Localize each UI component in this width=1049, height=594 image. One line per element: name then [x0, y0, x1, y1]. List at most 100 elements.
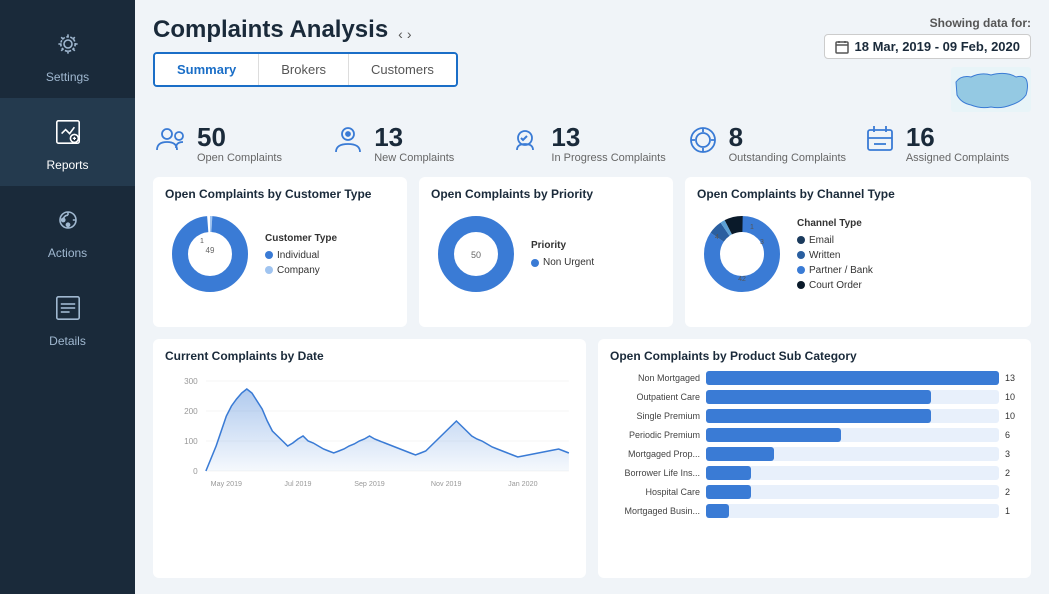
svg-text:Jan 2020: Jan 2020	[508, 481, 537, 488]
bar-row: Non Mortgaged 13	[610, 371, 1019, 385]
stats-row: 50 Open Complaints 13 New Complaints	[153, 122, 1031, 165]
bar-value: 10	[1005, 392, 1019, 402]
stat-outstanding: 8 Outstanding Complaints	[685, 122, 854, 165]
priority-title: Open Complaints by Priority	[431, 187, 661, 201]
bar-chart-title: Open Complaints by Product Sub Category	[610, 349, 1019, 363]
stat-new-complaints: 13 New Complaints	[330, 122, 499, 165]
bar-value: 2	[1005, 468, 1019, 478]
sidebar: Settings Reports Actions	[0, 0, 135, 594]
outstanding-label: Outstanding Complaints	[729, 152, 846, 164]
customer-type-legend: Customer Type Individual Company	[265, 233, 337, 276]
svg-text:49: 49	[206, 246, 215, 255]
sidebar-item-actions[interactable]: Actions	[0, 186, 135, 274]
bar-value: 13	[1005, 373, 1019, 383]
svg-text:0: 0	[193, 467, 198, 476]
svg-text:300: 300	[184, 377, 198, 386]
stat-open-complaints: 50 Open Complaints	[153, 122, 322, 165]
sidebar-item-label: Settings	[46, 70, 89, 84]
bar-row: Mortgaged Busin... 1	[610, 504, 1019, 518]
bar-label: Outpatient Care	[610, 392, 700, 402]
bar-track	[706, 466, 999, 480]
bar-label: Mortgaged Busin...	[610, 506, 700, 516]
svg-text:1: 1	[200, 238, 204, 245]
assigned-icon	[862, 122, 898, 165]
priority-legend: Priority Non Urgent	[531, 240, 594, 268]
in-progress-number: 13	[551, 124, 665, 150]
showing-data-label: Showing data for:	[930, 16, 1031, 30]
bar-fill	[706, 428, 841, 442]
bar-fill	[706, 409, 931, 423]
reports-icon	[48, 112, 88, 152]
channel-type-donut: 42 3 1 4	[697, 209, 787, 299]
bar-label: Periodic Premium	[610, 430, 700, 440]
tab-customers[interactable]: Customers	[349, 54, 456, 85]
priority-donut: 50	[431, 209, 521, 299]
bar-track	[706, 504, 999, 518]
bar-row: Periodic Premium 6	[610, 428, 1019, 442]
details-icon	[48, 288, 88, 328]
svg-text:200: 200	[184, 407, 198, 416]
tab-summary[interactable]: Summary	[155, 54, 259, 85]
svg-text:1: 1	[750, 224, 754, 231]
svg-text:May 2019: May 2019	[211, 481, 242, 488]
bar-fill	[706, 447, 774, 461]
svg-text:Jul 2019: Jul 2019	[284, 481, 311, 488]
line-chart-svg: 300 200 100 0 May 2019 Jul 2019 Sep 2019…	[165, 371, 574, 491]
assigned-number: 16	[906, 124, 1009, 150]
bar-label: Hospital Care	[610, 487, 700, 497]
open-complaints-icon	[153, 122, 189, 165]
outstanding-number: 8	[729, 124, 846, 150]
bar-track	[706, 485, 999, 499]
svg-text:4: 4	[715, 234, 719, 241]
tab-brokers[interactable]: Brokers	[259, 54, 349, 85]
sidebar-item-label: Actions	[48, 246, 87, 260]
sidebar-item-details[interactable]: Details	[0, 274, 135, 362]
bar-chart-rows: Non Mortgaged 13 Outpatient Care 10 Sing…	[610, 371, 1019, 518]
line-chart-title: Current Complaints by Date	[165, 349, 574, 363]
new-complaints-number: 13	[374, 124, 454, 150]
bar-track	[706, 371, 999, 385]
sidebar-item-reports[interactable]: Reports	[0, 98, 135, 186]
header: Complaints Analysis ‹ › Summary Brokers …	[153, 16, 1031, 112]
actions-icon	[48, 200, 88, 240]
in-progress-icon	[507, 122, 543, 165]
bar-fill	[706, 485, 751, 499]
bar-label: Non Mortgaged	[610, 373, 700, 383]
settings-icon	[48, 24, 88, 64]
bar-value: 3	[1005, 449, 1019, 459]
us-map-thumbnail	[951, 67, 1031, 112]
svg-text:42: 42	[738, 276, 746, 283]
bar-label: Mortgaged Prop...	[610, 449, 700, 459]
svg-text:Nov 2019: Nov 2019	[431, 481, 462, 488]
channel-type-chart: Open Complaints by Channel Type	[685, 177, 1031, 327]
new-complaints-icon	[330, 122, 366, 165]
page-title: Complaints Analysis	[153, 16, 388, 44]
header-left: Complaints Analysis ‹ › Summary Brokers …	[153, 16, 458, 87]
customer-type-chart: Open Complaints by Customer Type 49 1 Cu…	[153, 177, 407, 327]
sidebar-item-label: Reports	[46, 158, 88, 172]
bar-row: Mortgaged Prop... 3	[610, 447, 1019, 461]
header-right: Showing data for: 18 Mar, 2019 - 09 Feb,…	[824, 16, 1032, 112]
date-range-display[interactable]: 18 Mar, 2019 - 09 Feb, 2020	[824, 34, 1032, 59]
bar-value: 6	[1005, 430, 1019, 440]
bar-value: 10	[1005, 411, 1019, 421]
channel-type-legend: Channel Type Email Written Partner / Ban…	[797, 218, 873, 291]
bar-label: Borrower Life Ins...	[610, 468, 700, 478]
stat-assigned: 16 Assigned Complaints	[862, 122, 1031, 165]
sidebar-item-settings[interactable]: Settings	[0, 10, 135, 98]
open-complaints-label: Open Complaints	[197, 152, 282, 164]
bar-track	[706, 447, 999, 461]
tab-bar: Summary Brokers Customers	[153, 52, 458, 87]
outstanding-icon	[685, 122, 721, 165]
main-content: Complaints Analysis ‹ › Summary Brokers …	[135, 0, 1049, 594]
bar-fill	[706, 390, 931, 404]
next-arrow[interactable]: ›	[407, 26, 412, 42]
open-complaints-number: 50	[197, 124, 282, 150]
bar-track	[706, 409, 999, 423]
bottom-row: Current Complaints by Date 300 200 100 0…	[153, 339, 1031, 578]
prev-arrow[interactable]: ‹	[398, 26, 403, 42]
stat-in-progress: 13 In Progress Complaints	[507, 122, 676, 165]
bar-row: Outpatient Care 10	[610, 390, 1019, 404]
svg-text:50: 50	[471, 250, 481, 260]
line-chart-card: Current Complaints by Date 300 200 100 0…	[153, 339, 586, 578]
